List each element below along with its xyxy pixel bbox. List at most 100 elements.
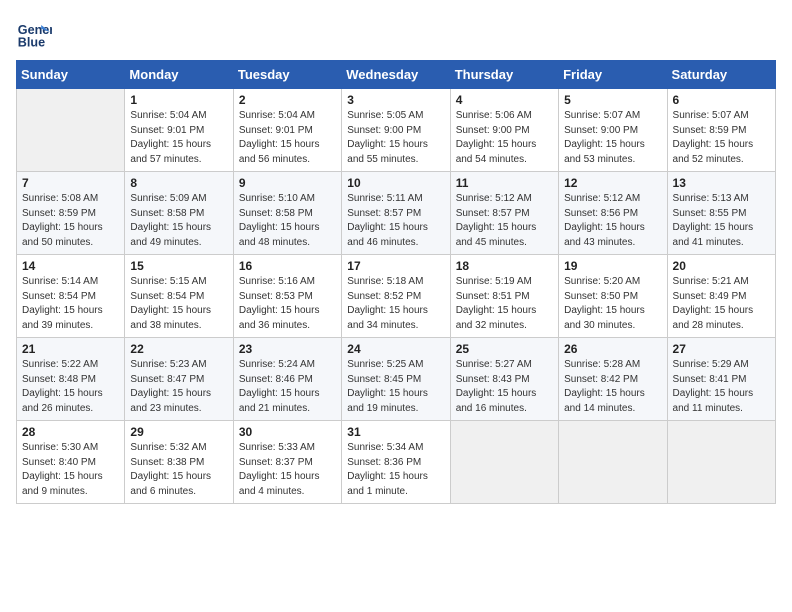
- week-row-2: 7Sunrise: 5:08 AM Sunset: 8:59 PM Daylig…: [17, 172, 776, 255]
- day-number: 19: [564, 259, 661, 273]
- day-info: Sunrise: 5:15 AM Sunset: 8:54 PM Dayligh…: [130, 275, 227, 333]
- day-info: Sunrise: 5:25 AM Sunset: 8:45 PM Dayligh…: [347, 358, 444, 416]
- calendar-cell: 7Sunrise: 5:08 AM Sunset: 8:59 PM Daylig…: [17, 172, 125, 255]
- day-number: 3: [347, 93, 444, 107]
- calendar-cell: 12 Sunrise: 5:12 AM Sunset: 8:56 PM Dayli…: [559, 172, 667, 255]
- day-info: Sunrise: 5:28 AM Sunset: 8:42 PM Dayligh…: [564, 358, 661, 416]
- day-info: Sunrise: 5:04 AM Sunset: 9:01 PM Dayligh…: [239, 109, 336, 167]
- day-number: 10: [347, 176, 444, 190]
- calendar-cell: [667, 421, 775, 504]
- header-day-sunday: Sunday: [17, 61, 125, 89]
- day-info: Sunrise: 5:07 AM Sunset: 9:00 PM Dayligh…: [564, 109, 661, 167]
- day-info: Sunrise: 5:04 AM Sunset: 9:01 PM Dayligh…: [130, 109, 227, 167]
- calendar-cell: 1 Sunrise: 5:04 AM Sunset: 9:01 PM Daylig…: [125, 89, 233, 172]
- header-day-monday: Monday: [125, 61, 233, 89]
- week-row-1: 1 Sunrise: 5:04 AM Sunset: 9:01 PM Daylig…: [17, 89, 776, 172]
- calendar-cell: 9Sunrise: 5:10 AM Sunset: 8:58 PM Daylig…: [233, 172, 341, 255]
- day-info: Sunrise: 5:10 AM Sunset: 8:58 PM Dayligh…: [239, 192, 336, 250]
- day-number: 14: [22, 259, 119, 273]
- day-number: 29: [130, 425, 227, 439]
- day-info: Sunrise: 5:20 AM Sunset: 8:50 PM Dayligh…: [564, 275, 661, 333]
- calendar-cell: 5 Sunrise: 5:07 AM Sunset: 9:00 PM Daylig…: [559, 89, 667, 172]
- calendar-cell: 24 Sunrise: 5:25 AM Sunset: 8:45 PM Dayli…: [342, 338, 450, 421]
- header-row: SundayMondayTuesdayWednesdayThursdayFrid…: [17, 61, 776, 89]
- day-info: Sunrise: 5:05 AM Sunset: 9:00 PM Dayligh…: [347, 109, 444, 167]
- day-info: Sunrise: 5:09 AM Sunset: 8:58 PM Dayligh…: [130, 192, 227, 250]
- calendar-cell: [17, 89, 125, 172]
- logo: General Blue: [16, 16, 56, 52]
- day-info: Sunrise: 5:06 AM Sunset: 9:00 PM Dayligh…: [456, 109, 553, 167]
- day-number: 1: [130, 93, 227, 107]
- calendar-cell: 17Sunrise: 5:18 AM Sunset: 8:52 PM Dayli…: [342, 255, 450, 338]
- calendar-cell: 31 Sunrise: 5:34 AM Sunset: 8:36 PM Dayli…: [342, 421, 450, 504]
- day-number: 6: [673, 93, 770, 107]
- day-info: Sunrise: 5:33 AM Sunset: 8:37 PM Dayligh…: [239, 441, 336, 499]
- day-info: Sunrise: 5:16 AM Sunset: 8:53 PM Dayligh…: [239, 275, 336, 333]
- week-row-3: 14 Sunrise: 5:14 AM Sunset: 8:54 PM Dayli…: [17, 255, 776, 338]
- calendar-cell: 16 Sunrise: 5:16 AM Sunset: 8:53 PM Dayli…: [233, 255, 341, 338]
- day-info: Sunrise: 5:30 AM Sunset: 8:40 PM Dayligh…: [22, 441, 119, 499]
- day-info: Sunrise: 5:14 AM Sunset: 8:54 PM Dayligh…: [22, 275, 119, 333]
- day-number: 27: [673, 342, 770, 356]
- day-info: Sunrise: 5:13 AM Sunset: 8:55 PM Dayligh…: [673, 192, 770, 250]
- day-number: 7: [22, 176, 119, 190]
- calendar-cell: 4 Sunrise: 5:06 AM Sunset: 9:00 PM Daylig…: [450, 89, 558, 172]
- calendar-cell: 13Sunrise: 5:13 AM Sunset: 8:55 PM Dayli…: [667, 172, 775, 255]
- day-number: 26: [564, 342, 661, 356]
- header-day-wednesday: Wednesday: [342, 61, 450, 89]
- calendar-cell: 28Sunrise: 5:30 AM Sunset: 8:40 PM Dayli…: [17, 421, 125, 504]
- header-day-saturday: Saturday: [667, 61, 775, 89]
- header: General Blue: [16, 16, 776, 52]
- day-info: Sunrise: 5:24 AM Sunset: 8:46 PM Dayligh…: [239, 358, 336, 416]
- day-info: Sunrise: 5:34 AM Sunset: 8:36 PM Dayligh…: [347, 441, 444, 499]
- day-number: 12: [564, 176, 661, 190]
- day-info: Sunrise: 5:32 AM Sunset: 8:38 PM Dayligh…: [130, 441, 227, 499]
- day-number: 5: [564, 93, 661, 107]
- calendar-cell: 2 Sunrise: 5:04 AM Sunset: 9:01 PM Daylig…: [233, 89, 341, 172]
- calendar-cell: 19 Sunrise: 5:20 AM Sunset: 8:50 PM Dayli…: [559, 255, 667, 338]
- calendar-cell: 3 Sunrise: 5:05 AM Sunset: 9:00 PM Daylig…: [342, 89, 450, 172]
- day-number: 15: [130, 259, 227, 273]
- day-number: 16: [239, 259, 336, 273]
- day-number: 25: [456, 342, 553, 356]
- day-number: 11: [456, 176, 553, 190]
- calendar-table: SundayMondayTuesdayWednesdayThursdayFrid…: [16, 60, 776, 504]
- day-number: 22: [130, 342, 227, 356]
- calendar-cell: 15 Sunrise: 5:15 AM Sunset: 8:54 PM Dayli…: [125, 255, 233, 338]
- day-number: 8: [130, 176, 227, 190]
- day-info: Sunrise: 5:23 AM Sunset: 8:47 PM Dayligh…: [130, 358, 227, 416]
- day-info: Sunrise: 5:27 AM Sunset: 8:43 PM Dayligh…: [456, 358, 553, 416]
- calendar-cell: 27 Sunrise: 5:29 AM Sunset: 8:41 PM Dayli…: [667, 338, 775, 421]
- day-info: Sunrise: 5:18 AM Sunset: 8:52 PM Dayligh…: [347, 275, 444, 333]
- day-number: 24: [347, 342, 444, 356]
- week-row-5: 28Sunrise: 5:30 AM Sunset: 8:40 PM Dayli…: [17, 421, 776, 504]
- calendar-cell: 29 Sunrise: 5:32 AM Sunset: 8:38 PM Dayli…: [125, 421, 233, 504]
- day-number: 21: [22, 342, 119, 356]
- day-number: 23: [239, 342, 336, 356]
- svg-text:Blue: Blue: [18, 36, 45, 50]
- calendar-cell: 20Sunrise: 5:21 AM Sunset: 8:49 PM Dayli…: [667, 255, 775, 338]
- day-info: Sunrise: 5:21 AM Sunset: 8:49 PM Dayligh…: [673, 275, 770, 333]
- day-number: 2: [239, 93, 336, 107]
- day-info: Sunrise: 5:29 AM Sunset: 8:41 PM Dayligh…: [673, 358, 770, 416]
- header-day-thursday: Thursday: [450, 61, 558, 89]
- day-info: Sunrise: 5:11 AM Sunset: 8:57 PM Dayligh…: [347, 192, 444, 250]
- calendar-cell: [559, 421, 667, 504]
- day-info: Sunrise: 5:12 AM Sunset: 8:57 PM Dayligh…: [456, 192, 553, 250]
- logo-icon: General Blue: [16, 16, 52, 52]
- day-number: 4: [456, 93, 553, 107]
- day-info: Sunrise: 5:22 AM Sunset: 8:48 PM Dayligh…: [22, 358, 119, 416]
- day-info: Sunrise: 5:12 AM Sunset: 8:56 PM Dayligh…: [564, 192, 661, 250]
- day-info: Sunrise: 5:07 AM Sunset: 8:59 PM Dayligh…: [673, 109, 770, 167]
- calendar-cell: 8 Sunrise: 5:09 AM Sunset: 8:58 PM Daylig…: [125, 172, 233, 255]
- calendar-cell: 26 Sunrise: 5:28 AM Sunset: 8:42 PM Dayli…: [559, 338, 667, 421]
- calendar-cell: 11 Sunrise: 5:12 AM Sunset: 8:57 PM Dayli…: [450, 172, 558, 255]
- week-row-4: 21 Sunrise: 5:22 AM Sunset: 8:48 PM Dayli…: [17, 338, 776, 421]
- calendar-cell: 18Sunrise: 5:19 AM Sunset: 8:51 PM Dayli…: [450, 255, 558, 338]
- calendar-cell: 30Sunrise: 5:33 AM Sunset: 8:37 PM Dayli…: [233, 421, 341, 504]
- header-day-tuesday: Tuesday: [233, 61, 341, 89]
- day-number: 31: [347, 425, 444, 439]
- header-day-friday: Friday: [559, 61, 667, 89]
- calendar-cell: 25 Sunrise: 5:27 AM Sunset: 8:43 PM Dayli…: [450, 338, 558, 421]
- day-info: Sunrise: 5:19 AM Sunset: 8:51 PM Dayligh…: [456, 275, 553, 333]
